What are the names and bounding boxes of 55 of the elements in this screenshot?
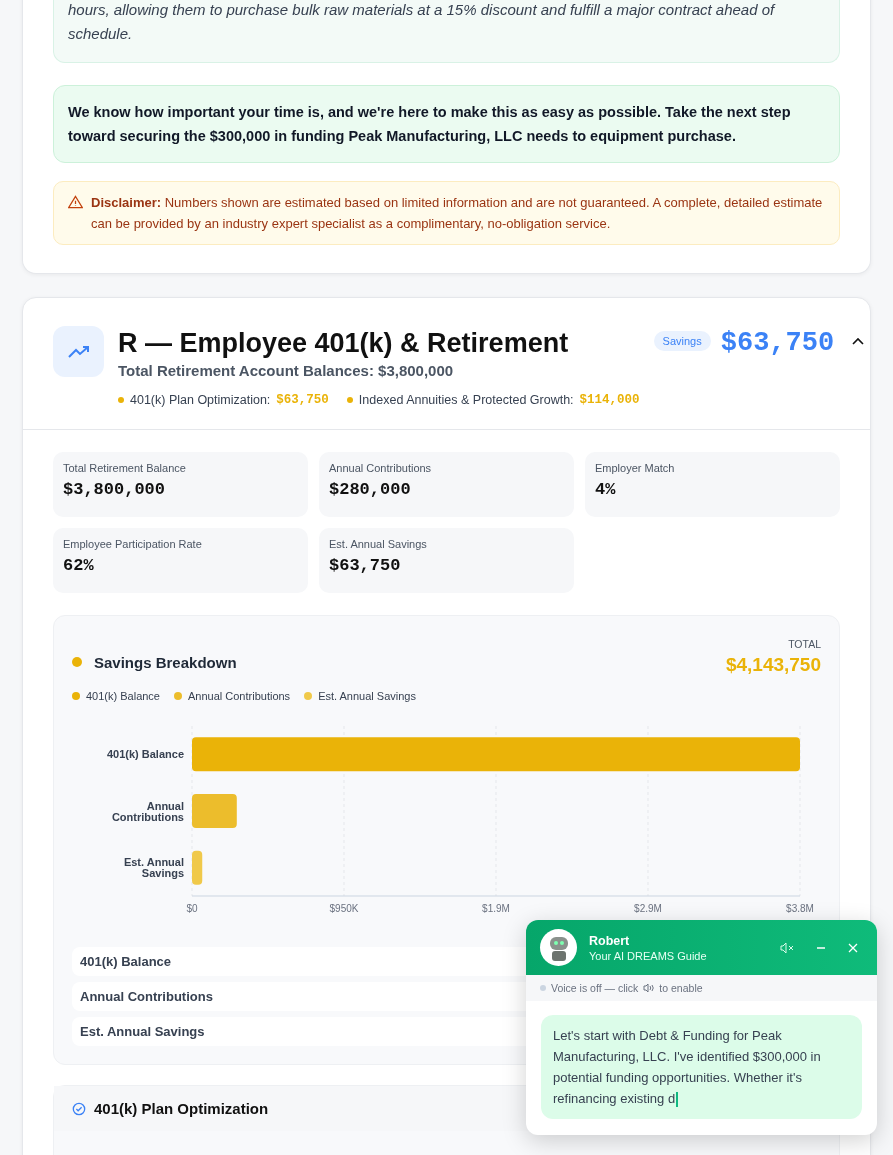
story-text: hours, allowing them to purchase bulk raw materials at a 15% discount and fulfill a major contract ahead of schedule. (53, 0, 840, 63)
highlight-label: Indexed Annuities & Protected Growth: (358, 393, 574, 407)
tick-label: $950K (329, 903, 359, 914)
speaker-icon (643, 983, 655, 993)
stat-label: Employee Participation Rate (63, 538, 203, 550)
voice-status-text: Voice is off — click (551, 982, 639, 994)
legend-label: Annual Contributions (188, 690, 291, 702)
stat-label: Total Retirement Balance (63, 462, 187, 474)
tick-label: $2.9M (634, 903, 662, 914)
stat-value: $63,750 (329, 556, 402, 575)
chat-message: Let's start with Debt & Funding for Peak Manufacturing, LLC. I've identified $300,000 in potential funding opportunities. Whether it's refinancing existing d (541, 1015, 862, 1119)
bullet-icon (346, 397, 353, 403)
voice-status-text: to enable (659, 982, 703, 994)
category-label: Est. Annual Savings (123, 856, 184, 880)
speaker-muted-icon (780, 941, 794, 954)
typing-cursor (676, 1092, 679, 1108)
category-label: Annual Contributions (111, 799, 184, 823)
section-title: R — Employee 401(k) & Retirement (118, 327, 570, 360)
stat-value: $3,800,000 (63, 480, 167, 499)
stat-label: Annual Contributions (329, 462, 433, 474)
panel-title: Savings Breakdown (94, 653, 237, 671)
subsection-title: 401(k) Plan Optimization (94, 1100, 269, 1117)
highlight-label: 401(k) Plan Optimization: (130, 393, 271, 407)
tick-label: $0 (186, 903, 198, 914)
agent-role: Your AI DREAMS Guide (589, 949, 708, 962)
highlight-value: $63,750 (276, 393, 329, 407)
agent-name: Robert (589, 933, 631, 948)
savings-badge: Savings (653, 331, 711, 351)
trend-up-icon (67, 344, 90, 359)
title-dot-icon (72, 657, 82, 667)
tick-label: $3.8M (786, 903, 814, 914)
section-amount: $63,750 (720, 327, 835, 360)
stat-value: 4% (595, 480, 617, 499)
stat-value: $280,000 (329, 480, 412, 499)
callout-text: We know how important your time is, and we're here to make this as easy as possible. Take the next step toward securing the $300,000 in funding Peak Manufacturing, LLC needs to equipment purchase. (53, 85, 840, 163)
disclaimer-text: Disclaimer: Numbers shown are estimated based on limited information and are not guaranteed. A complete, detailed estimate can be provided by an industry expert specialist as a complimentary, no-obligation service. (91, 194, 824, 233)
stat-label: Est. Annual Savings (329, 538, 428, 550)
caret-icon (852, 337, 865, 345)
bar (192, 794, 237, 828)
highlight-value: $114,000 (579, 393, 640, 407)
bullet-icon (118, 397, 124, 403)
legend-label: Est. Annual Savings (318, 690, 416, 702)
total-label: TOTAL (787, 638, 821, 650)
tick-label: $1.9M (482, 903, 510, 914)
stat-value: 62% (63, 556, 95, 575)
bar (192, 850, 203, 885)
total-value: $4,143,750 (725, 654, 821, 676)
warning-icon (68, 195, 83, 209)
legend-label: 401(k) Balance (86, 690, 160, 702)
check-circle-icon (72, 1101, 86, 1116)
close-icon (848, 942, 858, 953)
stat-label: Employer Match (595, 462, 676, 474)
section-subtitle: Total Retirement Account Balances: $3,800,000 (118, 362, 455, 379)
category-label: 401(k) Balance (106, 748, 184, 761)
voice-status-dot (540, 985, 546, 991)
